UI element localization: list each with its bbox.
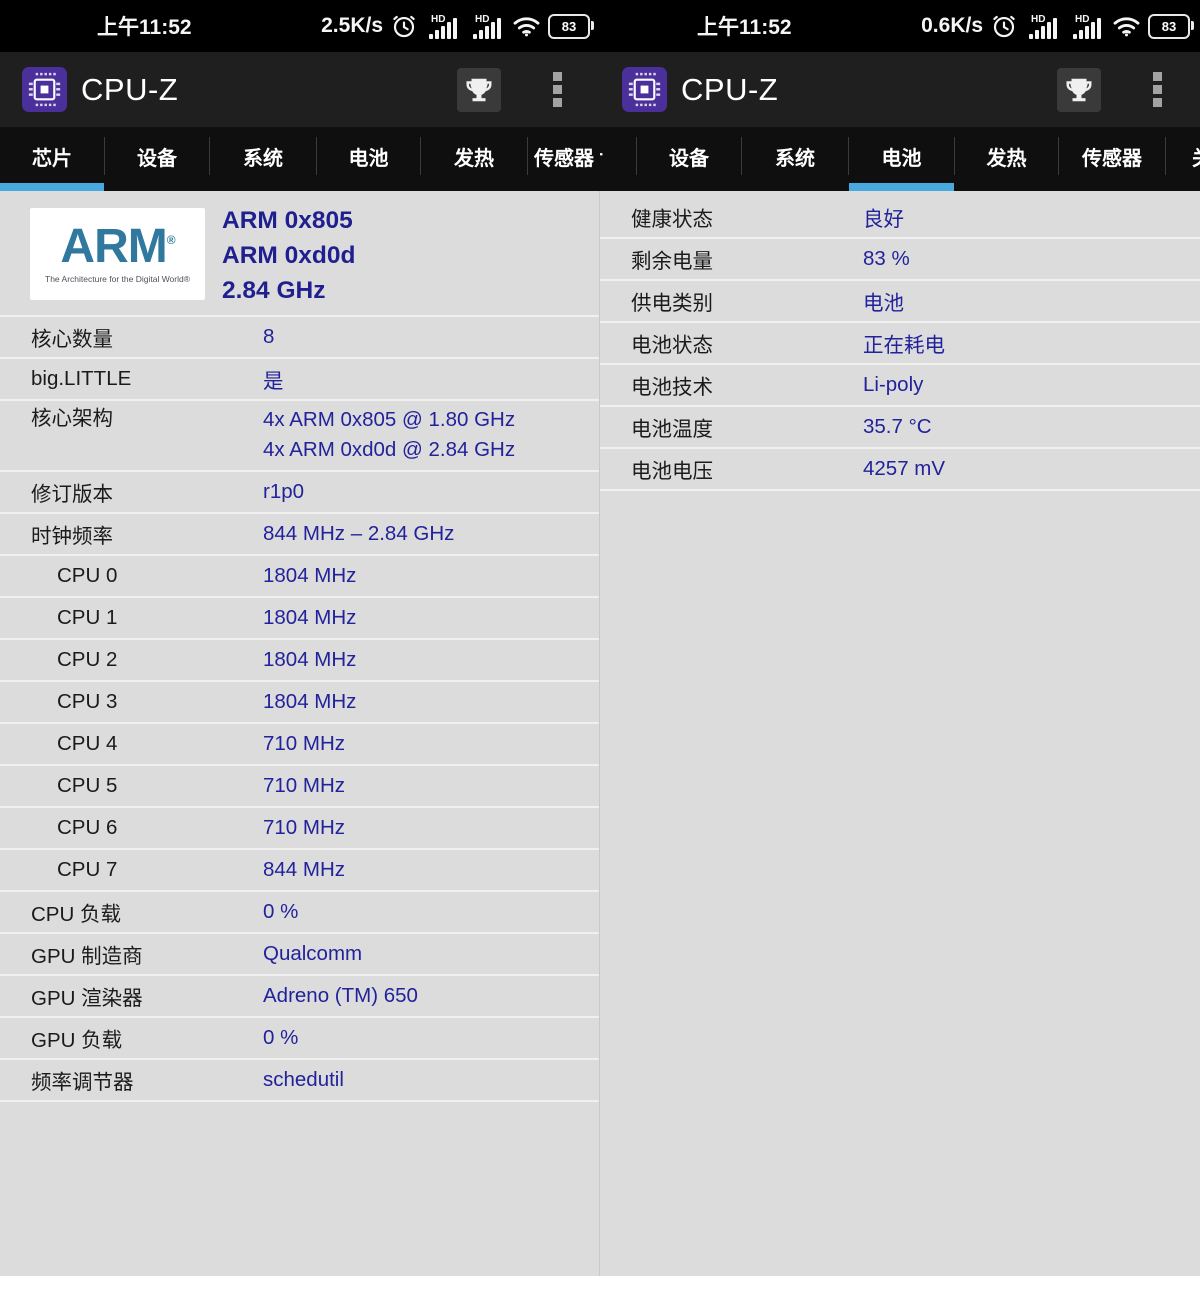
table-row: 时钟频率844 MHz – 2.84 GHz: [0, 514, 600, 556]
tab-soc-clipped[interactable]: 芯片: [600, 127, 636, 191]
status-bar: 上午11:52 2.5K/s HD HD 83: [0, 0, 600, 52]
dual-screenshot-canvas: 上午11:52 2.5K/s HD HD 83: [0, 0, 1200, 1300]
svg-text:HD: HD: [1075, 14, 1089, 25]
chip-title-lines: ARM 0x805 ARM 0xd0d 2.84 GHz: [222, 203, 355, 308]
tab-thermal[interactable]: 发热: [955, 127, 1058, 191]
battery-icon: 83: [548, 14, 590, 39]
battery-table: 健康状态良好 剩余电量83 % 供电类别电池 电池状态正在耗电 电池技术Li-p…: [600, 197, 1200, 491]
table-row: CPU 7844 MHz: [0, 850, 600, 892]
left-phone-panel: 上午11:52 2.5K/s HD HD 83: [0, 0, 600, 1276]
tab-battery[interactable]: 电池: [849, 127, 954, 191]
wifi-icon: [1112, 15, 1141, 38]
trophy-icon: [464, 75, 494, 105]
tab-sensors[interactable]: 传感器: [1059, 127, 1165, 191]
table-row: 核心架构4x ARM 0x805 @ 1.80 GHz4x ARM 0xd0d …: [0, 401, 600, 472]
chip-model-line: ARM 0xd0d: [222, 238, 355, 273]
table-row: 剩余电量83 %: [600, 239, 1200, 281]
benchmark-trophy-button[interactable]: [1057, 68, 1101, 112]
table-row: 健康状态良好: [600, 197, 1200, 239]
bottom-white-strip: [0, 1276, 1200, 1300]
battery-icon: 83: [1148, 14, 1190, 39]
table-row: CPU 01804 MHz: [0, 556, 600, 598]
cpu-chip-app-icon: [22, 67, 67, 112]
battery-content: 健康状态良好 剩余电量83 % 供电类别电池 电池状态正在耗电 电池技术Li-p…: [600, 197, 1200, 491]
signal-hd-icon: HD: [1024, 13, 1061, 40]
table-row: GPU 渲染器Adreno (TM) 650: [0, 976, 600, 1018]
cpu-chip-app-icon: [622, 67, 667, 112]
tab-soc[interactable]: 芯片: [0, 127, 104, 191]
overflow-menu-icon[interactable]: [553, 72, 562, 107]
status-icons: 2.5K/s HD HD 83: [321, 13, 600, 40]
arm-tagline: The Architecture for the Digital World®: [30, 274, 205, 284]
table-row: 供电类别电池: [600, 281, 1200, 323]
clock-text: 上午11:52: [97, 11, 192, 41]
soc-content: ARM® The Architecture for the Digital Wo…: [0, 191, 600, 1102]
overflow-menu-icon[interactable]: [1153, 72, 1162, 107]
table-row: 修订版本r1p0: [0, 472, 600, 514]
alarm-icon: [391, 13, 417, 39]
tab-device[interactable]: 设备: [105, 127, 209, 191]
chip-model-line: ARM 0x805: [222, 203, 355, 238]
tab-device[interactable]: 设备: [637, 127, 741, 191]
tab-thermal[interactable]: 发热: [421, 127, 527, 191]
tab-sensors[interactable]: 传感器: [528, 127, 600, 191]
table-row: GPU 负载0 %: [0, 1018, 600, 1060]
tab-about-clipped[interactable]: 关于: [1166, 127, 1200, 191]
table-row: CPU 4710 MHz: [0, 724, 600, 766]
right-phone-panel: 上午11:52 0.6K/s HD HD 83: [600, 0, 1200, 1276]
table-row: CPU 负载0 %: [0, 892, 600, 934]
status-icons: 0.6K/s HD HD 83: [921, 13, 1200, 40]
panel-seam-divider: [599, 191, 600, 1276]
chip-header: ARM® The Architecture for the Digital Wo…: [0, 191, 600, 315]
svg-text:HD: HD: [1031, 14, 1045, 25]
network-speed: 0.6K/s: [921, 14, 983, 38]
arm-logo: ARM® The Architecture for the Digital Wo…: [30, 208, 205, 300]
table-row: 电池技术Li-poly: [600, 365, 1200, 407]
benchmark-trophy-button[interactable]: [457, 68, 501, 112]
app-bar: CPU-Z: [0, 52, 600, 127]
network-speed: 2.5K/s: [321, 14, 383, 38]
signal-hd-icon: HD: [424, 13, 461, 40]
table-row: CPU 31804 MHz: [0, 682, 600, 724]
svg-text:HD: HD: [431, 14, 445, 25]
table-row: CPU 21804 MHz: [0, 640, 600, 682]
signal-hd-icon: HD: [1068, 13, 1105, 40]
tab-battery[interactable]: 电池: [317, 127, 420, 191]
wifi-icon: [512, 15, 541, 38]
table-row: CPU 5710 MHz: [0, 766, 600, 808]
clock-text: 上午11:52: [697, 11, 792, 41]
app-bar: CPU-Z: [600, 52, 1200, 127]
table-row: 电池状态正在耗电: [600, 323, 1200, 365]
table-row: GPU 制造商Qualcomm: [0, 934, 600, 976]
table-row: 电池温度35.7 °C: [600, 407, 1200, 449]
table-row: big.LITTLE是: [0, 359, 600, 401]
svg-text:HD: HD: [475, 14, 489, 25]
table-row: 电池电压4257 mV: [600, 449, 1200, 491]
alarm-icon: [991, 13, 1017, 39]
signal-hd-icon: HD: [468, 13, 505, 40]
app-title: CPU-Z: [681, 72, 778, 108]
tab-system[interactable]: 系统: [742, 127, 848, 191]
tab-system[interactable]: 系统: [210, 127, 316, 191]
table-row: CPU 11804 MHz: [0, 598, 600, 640]
table-row: 频率调节器schedutil: [0, 1060, 600, 1102]
chip-clock-line: 2.84 GHz: [222, 273, 355, 308]
trophy-icon: [1064, 75, 1094, 105]
app-title: CPU-Z: [81, 72, 178, 108]
tab-bar: 芯片 设备 系统 电池 发热 传感器: [0, 127, 600, 191]
soc-table: 核心数量8 big.LITTLE是 核心架构4x ARM 0x805 @ 1.8…: [0, 315, 600, 1102]
status-bar: 上午11:52 0.6K/s HD HD 83: [600, 0, 1200, 52]
table-row: CPU 6710 MHz: [0, 808, 600, 850]
tab-bar: 芯片 设备 系统 电池 发热 传感器 关于: [600, 127, 1200, 191]
table-row: 核心数量8: [0, 317, 600, 359]
